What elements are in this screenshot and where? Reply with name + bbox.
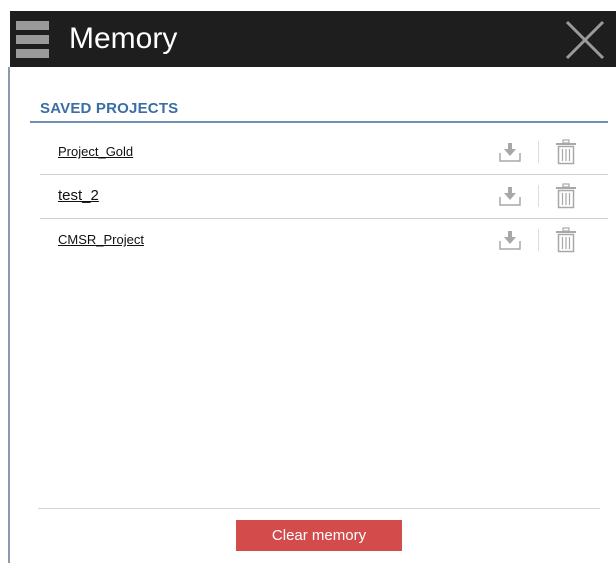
download-icon[interactable]	[499, 229, 521, 251]
project-name-link[interactable]: Project_Gold	[58, 144, 133, 159]
icon-separator	[538, 229, 539, 251]
project-list: Project_Gold test_2 CMSR_Project	[40, 131, 608, 262]
project-name-link[interactable]: test_2	[58, 187, 99, 204]
section-header-saved-projects: SAVED PROJECTS	[40, 100, 179, 117]
project-row: CMSR_Project	[40, 219, 608, 262]
project-name-link[interactable]: CMSR_Project	[58, 232, 144, 247]
clear-memory-button[interactable]: Clear memory	[236, 520, 402, 551]
icon-separator	[538, 185, 539, 207]
trash-icon[interactable]	[555, 227, 577, 253]
title-bar: Memory	[10, 11, 616, 67]
trash-icon[interactable]	[555, 139, 577, 165]
trash-icon[interactable]	[555, 183, 577, 209]
section-divider	[30, 121, 608, 123]
panel-title: Memory	[69, 22, 178, 55]
footer-divider	[38, 508, 600, 509]
memory-panel: Memory SAVED PROJECTS Project_Gold test_…	[0, 0, 616, 563]
hamburger-menu-icon[interactable]	[16, 21, 49, 58]
project-row: Project_Gold	[40, 131, 608, 175]
project-row: test_2	[40, 175, 608, 219]
icon-separator	[538, 141, 539, 163]
download-icon[interactable]	[499, 185, 521, 207]
download-icon[interactable]	[499, 141, 521, 163]
panel-left-border	[8, 67, 10, 563]
close-icon[interactable]	[564, 19, 606, 61]
